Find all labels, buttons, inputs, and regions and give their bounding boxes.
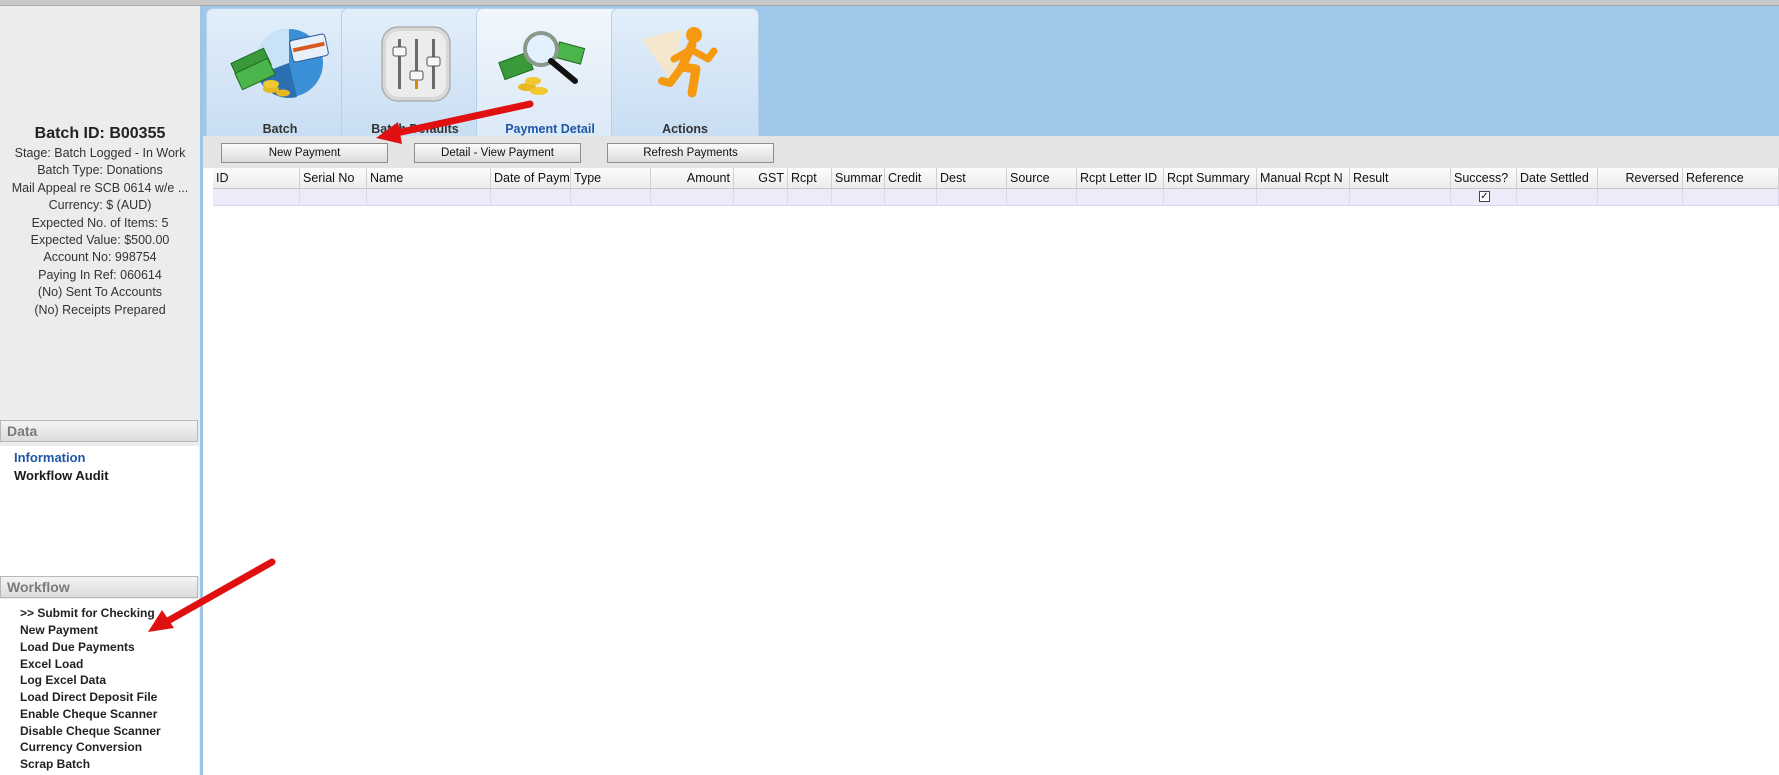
table-cell[interactable] xyxy=(1517,189,1598,205)
table-cell[interactable] xyxy=(300,189,367,205)
column-header-reversed[interactable]: Reversed xyxy=(1598,168,1683,188)
column-header-id[interactable]: ID xyxy=(213,168,300,188)
column-header-result[interactable]: Result xyxy=(1350,168,1451,188)
grid-header: ID Serial No Name Date of Paym Type Amou… xyxy=(213,168,1779,189)
running-man-icon xyxy=(642,27,718,98)
payments-grid: ID Serial No Name Date of Paym Type Amou… xyxy=(213,168,1779,775)
workflow-scrap-batch[interactable]: Scrap Batch xyxy=(20,757,90,771)
batch-sent-to-accounts: (No) Sent To Accounts xyxy=(37,285,163,300)
batch-stage: Stage: Batch Logged - In Work xyxy=(14,146,186,160)
table-cell[interactable] xyxy=(832,189,885,205)
column-header-rcpt[interactable]: Rcpt xyxy=(788,168,832,188)
table-cell[interactable] xyxy=(734,189,788,205)
detail-view-payment-button[interactable]: Detail - View Payment xyxy=(414,143,581,163)
workflow-load-direct-deposit-file[interactable]: Load Direct Deposit File xyxy=(20,690,157,704)
column-header-rcpt-letter-id[interactable]: Rcpt Letter ID xyxy=(1077,168,1164,188)
table-cell[interactable] xyxy=(571,189,651,205)
refresh-payments-button[interactable]: Refresh Payments xyxy=(607,143,774,163)
success-checkbox[interactable]: ✓ xyxy=(1479,191,1490,202)
tab-batch-defaults[interactable]: Batch Defaults xyxy=(341,8,489,136)
table-cell[interactable] xyxy=(1598,189,1683,205)
tab-actions[interactable]: Actions xyxy=(611,8,759,136)
table-cell[interactable] xyxy=(788,189,832,205)
column-header-dest[interactable]: Dest xyxy=(937,168,1007,188)
tab-payment-detail-label: Payment Detail xyxy=(505,122,595,136)
table-cell[interactable] xyxy=(651,189,734,205)
batch-expected-value: Expected Value: $500.00 xyxy=(30,233,170,248)
payment-toolbar: New Payment Detail - View Payment Refres… xyxy=(203,136,1779,168)
data-section-header[interactable]: Data xyxy=(0,420,198,442)
workflow-section-header[interactable]: Workflow xyxy=(0,576,198,598)
data-section-body: Information Workflow Audit xyxy=(0,446,199,576)
magnifier-money-icon xyxy=(498,31,586,95)
tab-actions-label: Actions xyxy=(662,122,708,136)
column-header-rcpt-summary[interactable]: Rcpt Summary xyxy=(1164,168,1257,188)
workflow-excel-load[interactable]: Excel Load xyxy=(20,657,83,671)
table-cell[interactable] xyxy=(1077,189,1164,205)
column-header-name[interactable]: Name xyxy=(367,168,491,188)
workflow-new-payment[interactable]: New Payment xyxy=(20,623,98,637)
column-header-source[interactable]: Source xyxy=(1007,168,1077,188)
workflow-disable-cheque-scanner[interactable]: Disable Cheque Scanner xyxy=(20,724,161,738)
batch-paying-in-ref: Paying In Ref: 060614 xyxy=(38,267,162,282)
data-link-information[interactable]: Information xyxy=(14,450,86,465)
table-cell[interactable] xyxy=(1164,189,1257,205)
column-header-serial-no[interactable]: Serial No xyxy=(300,168,367,188)
workflow-submit-for-checking[interactable]: >> Submit for Checking xyxy=(20,606,155,620)
column-header-type[interactable]: Type xyxy=(571,168,651,188)
pie-chart-money-icon xyxy=(230,28,329,98)
workflow-load-due-payments[interactable]: Load Due Payments xyxy=(20,640,135,654)
table-cell-success[interactable]: ✓ xyxy=(1451,189,1517,205)
workflow-enable-cheque-scanner[interactable]: Enable Cheque Scanner xyxy=(20,707,157,721)
batch-currency: Currency: $ (AUD) xyxy=(48,198,152,213)
batch-description: Mail Appeal re SCB 0614 w/e ... xyxy=(11,180,189,195)
table-cell[interactable] xyxy=(1683,189,1779,205)
batch-summary: Batch ID: B00355 Stage: Batch Logged - I… xyxy=(0,125,200,319)
workflow-section-body: >> Submit for Checking New Payment Load … xyxy=(0,599,199,775)
tab-batch-label: Batch xyxy=(262,122,298,136)
column-header-gst[interactable]: GST xyxy=(734,168,788,188)
table-cell[interactable] xyxy=(213,189,300,205)
data-link-workflow-audit[interactable]: Workflow Audit xyxy=(14,468,109,483)
table-cell[interactable] xyxy=(1257,189,1350,205)
column-header-amount[interactable]: Amount xyxy=(651,168,734,188)
table-cell[interactable] xyxy=(885,189,937,205)
workflow-log-excel-data[interactable]: Log Excel Data xyxy=(20,673,106,687)
column-header-credit[interactable]: Credit xyxy=(885,168,937,188)
column-header-success[interactable]: Success? xyxy=(1451,168,1517,188)
column-header-reference[interactable]: Reference xyxy=(1683,168,1779,188)
new-payment-button[interactable]: New Payment xyxy=(221,143,388,163)
table-cell[interactable] xyxy=(367,189,491,205)
column-header-date-settled[interactable]: Date Settled xyxy=(1517,168,1598,188)
batch-type: Batch Type: Donations xyxy=(37,163,163,178)
tab-strip: Batch Batch Defaults Payment Detail Acti… xyxy=(203,6,1779,136)
tab-payment-detail[interactable]: Payment Detail xyxy=(476,8,624,136)
column-header-manual-rcpt-no[interactable]: Manual Rcpt N xyxy=(1257,168,1350,188)
table-cell[interactable] xyxy=(937,189,1007,205)
column-header-date-of-payment[interactable]: Date of Paym xyxy=(491,168,571,188)
batch-account-no: Account No: 998754 xyxy=(43,250,157,265)
tab-batch[interactable]: Batch xyxy=(206,8,354,136)
batch-expected-items: Expected No. of Items: 5 xyxy=(31,215,169,230)
sliders-icon xyxy=(381,26,451,102)
workflow-currency-conversion[interactable]: Currency Conversion xyxy=(20,740,142,754)
table-row[interactable]: ✓ xyxy=(213,189,1779,206)
table-cell[interactable] xyxy=(1007,189,1077,205)
batch-receipts-prepared: (No) Receipts Prepared xyxy=(34,302,166,317)
batch-id-title: Batch ID: B00355 xyxy=(34,125,166,142)
column-header-summary[interactable]: Summar xyxy=(832,168,885,188)
tab-batch-defaults-label: Batch Defaults xyxy=(371,122,459,136)
table-cell[interactable] xyxy=(491,189,571,205)
table-cell[interactable] xyxy=(1350,189,1451,205)
